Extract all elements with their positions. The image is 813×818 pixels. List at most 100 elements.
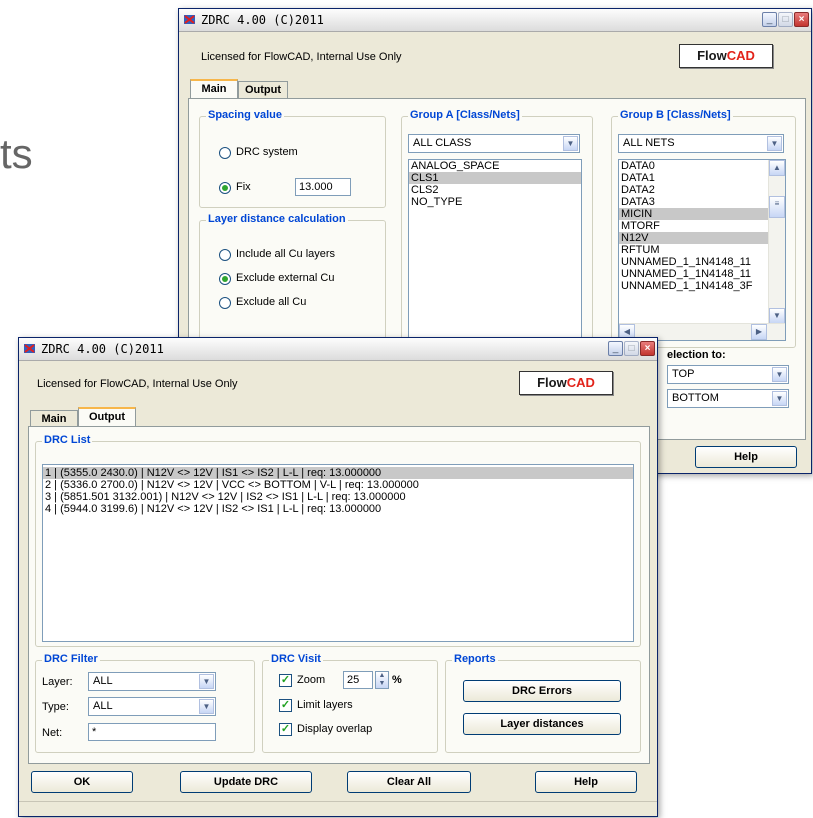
front-title-bar[interactable]: ZDRC 4.00 (C)2011 _ □ × (19, 338, 657, 361)
scroll-right-icon[interactable]: ▶ (751, 324, 767, 340)
exclude-all-cu-radio[interactable] (219, 297, 231, 309)
layer-filter-combo[interactable]: ALL ▼ (88, 672, 216, 691)
zoom-unit: % (392, 674, 402, 686)
list-item[interactable]: ANALOG_SPACE (409, 160, 581, 172)
vertical-scrollbar[interactable]: ▲ ≡ ▼ (768, 160, 785, 324)
top-layer-value: TOP (672, 368, 695, 380)
zoom-label: Zoom (297, 674, 326, 686)
scroll-thumb[interactable]: ≡ (769, 196, 785, 218)
drc-list[interactable]: 1 | (5355.0 2430.0) | N12V <> 12V | IS1 … (42, 464, 634, 642)
list-item[interactable]: MICIN (619, 208, 769, 220)
group-b-list[interactable]: DATA0 DATA1 DATA2 DATA3 MICIN MTORF N12V… (618, 159, 786, 341)
tab-main[interactable]: Main (30, 410, 78, 427)
close-button[interactable]: × (640, 341, 655, 356)
ok-button[interactable]: OK (31, 771, 133, 793)
chevron-down-icon[interactable]: ▼ (563, 136, 578, 151)
drc-list-group: DRC List 1 | (5355.0 2430.0) | N12V <> 1… (35, 434, 641, 647)
close-button[interactable]: × (794, 12, 809, 27)
type-label: Type: (42, 701, 69, 713)
top-layer-combo[interactable]: TOP ▼ (667, 365, 789, 384)
include-all-cu-radio[interactable] (219, 249, 231, 261)
drc-errors-button[interactable]: DRC Errors (463, 680, 621, 702)
maximize-button[interactable]: □ (624, 341, 639, 356)
list-item[interactable]: CLS2 (409, 184, 581, 196)
window-title: ZDRC 4.00 (C)2011 (41, 342, 164, 356)
list-item[interactable]: DATA2 (619, 184, 769, 196)
reports-title: Reports (452, 653, 498, 665)
list-item[interactable]: CLS1 (409, 172, 581, 184)
update-drc-button[interactable]: Update DRC (180, 771, 312, 793)
group-a-title: Group A [Class/Nets] (408, 109, 522, 121)
list-item[interactable]: DATA3 (619, 196, 769, 208)
layer-filter-value: ALL (93, 675, 113, 687)
scroll-up-icon[interactable]: ▲ (769, 160, 785, 176)
table-row[interactable]: 3 | (5851.501 3132.001) | N12V <> 12V | … (43, 491, 633, 503)
chevron-down-icon[interactable]: ▼ (772, 391, 787, 406)
display-overlap-checkbox[interactable]: ✓ (279, 723, 292, 736)
zoom-stepper[interactable]: ▲ ▼ (375, 671, 389, 689)
background-text: ts (0, 130, 33, 177)
group-a-list[interactable]: ANALOG_SPACE CLS1 CLS2 NO_TYPE (408, 159, 582, 341)
list-item[interactable]: UNNAMED_1_1N4148_11 (619, 256, 769, 268)
clear-all-button[interactable]: Clear All (347, 771, 471, 793)
maximize-button[interactable]: □ (778, 12, 793, 27)
group-b-combo[interactable]: ALL NETS ▼ (618, 134, 784, 153)
chevron-down-icon[interactable]: ▼ (199, 699, 214, 714)
table-row[interactable]: 4 | (5944.0 3199.6) | N12V <> 12V | IS2 … (43, 503, 633, 515)
list-item[interactable]: NO_TYPE (409, 196, 581, 208)
minimize-button[interactable]: _ (762, 12, 777, 27)
table-row[interactable]: 1 | (5355.0 2430.0) | N12V <> 12V | IS1 … (43, 467, 633, 479)
table-row[interactable]: 2 | (5336.0 2700.0) | N12V <> 12V | VCC … (43, 479, 633, 491)
list-item[interactable]: MTORF (619, 220, 769, 232)
output-panel: DRC List 1 | (5355.0 2430.0) | N12V <> 1… (28, 426, 650, 764)
drc-filter-title: DRC Filter (42, 653, 100, 665)
drc-visit-group: DRC Visit ✓ Zoom 25 ▲ ▼ % ✓ Limit layers … (262, 653, 438, 753)
type-filter-combo[interactable]: ALL ▼ (88, 697, 216, 716)
drc-system-radio[interactable] (219, 147, 231, 159)
exclude-external-cu-radio[interactable] (219, 273, 231, 285)
fix-radio[interactable] (219, 182, 231, 194)
bottom-layer-combo[interactable]: BOTTOM ▼ (667, 389, 789, 408)
chevron-down-icon[interactable]: ▼ (772, 367, 787, 382)
list-item[interactable]: N12V (619, 232, 769, 244)
tab-output[interactable]: Output (78, 407, 136, 426)
list-item[interactable]: UNNAMED_1_1N4148_11 (619, 268, 769, 280)
reports-group: Reports DRC Errors Layer distances (445, 653, 641, 753)
layer-distances-button[interactable]: Layer distances (463, 713, 621, 735)
exclude-all-cu-label: Exclude all Cu (236, 296, 307, 308)
list-item[interactable]: UNNAMED_1_1N4148_3F (619, 280, 769, 292)
group-a-combo-value: ALL CLASS (413, 137, 472, 149)
list-item[interactable]: RFTUM (619, 244, 769, 256)
group-b-items: DATA0 DATA1 DATA2 DATA3 MICIN MTORF N12V… (619, 160, 769, 292)
group-b-title: Group B [Class/Nets] (618, 109, 733, 121)
tab-output[interactable]: Output (238, 81, 288, 98)
zoom-checkbox[interactable]: ✓ (279, 674, 292, 687)
zoom-value-input[interactable]: 25 (343, 671, 373, 689)
group-a-combo[interactable]: ALL CLASS ▼ (408, 134, 580, 153)
limit-layers-label: Limit layers (297, 699, 353, 711)
include-all-cu-label: Include all Cu layers (236, 248, 336, 260)
drc-system-label: DRC system (236, 146, 298, 158)
drc-list-title: DRC List (42, 434, 93, 446)
flowcad-logo: FlowCAD (679, 44, 773, 68)
tab-main[interactable]: Main (190, 79, 238, 98)
chevron-down-icon[interactable]: ▼ (767, 136, 782, 151)
front-window: ZDRC 4.00 (C)2011 _ □ × Licensed for Flo… (18, 337, 658, 817)
limit-layers-checkbox[interactable]: ✓ (279, 699, 292, 712)
list-item[interactable]: DATA0 (619, 160, 769, 172)
group-b: Group B [Class/Nets] ALL NETS ▼ DATA0 DA… (611, 109, 796, 348)
app-icon (24, 344, 35, 353)
help-button-back[interactable]: Help (695, 446, 797, 468)
flowcad-logo: FlowCAD (519, 371, 613, 395)
app-icon (184, 15, 195, 24)
back-title-bar[interactable]: ZDRC 4.00 (C)2011 _ □ × (179, 9, 811, 32)
drc-visit-title: DRC Visit (269, 653, 323, 665)
group-a: Group A [Class/Nets] ALL CLASS ▼ ANALOG_… (401, 109, 593, 348)
minimize-button[interactable]: _ (608, 341, 623, 356)
fix-value-input[interactable]: 13.000 (295, 178, 351, 196)
net-filter-input[interactable]: * (88, 723, 216, 741)
chevron-down-icon[interactable]: ▼ (199, 674, 214, 689)
scroll-down-icon[interactable]: ▼ (769, 308, 785, 324)
list-item[interactable]: DATA1 (619, 172, 769, 184)
help-button[interactable]: Help (535, 771, 637, 793)
